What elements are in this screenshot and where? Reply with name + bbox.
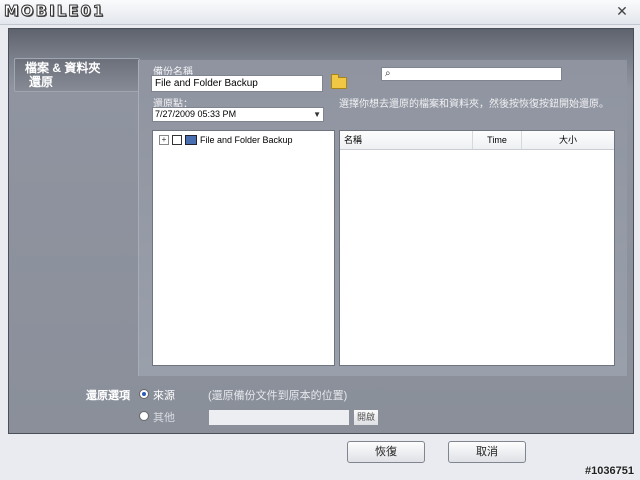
radio-original[interactable]: [139, 389, 149, 399]
list-header: 名稱 Time 大小: [340, 131, 614, 150]
other-path-input[interactable]: [208, 409, 350, 426]
radio-other-label: 其他: [153, 412, 175, 424]
expand-icon[interactable]: +: [159, 135, 169, 145]
file-list[interactable]: 名稱 Time 大小: [339, 130, 615, 366]
tab-file-folder-restore[interactable]: 檔案 & 資料夾 還原: [14, 58, 140, 92]
tab-label-line1: 檔案 & 資料夾: [25, 61, 101, 75]
tab-label-line2: 還原: [29, 75, 54, 89]
search-input[interactable]: ⌕: [381, 67, 562, 81]
radio-original-label: 來源: [153, 390, 175, 402]
folder-tree[interactable]: + File and Folder Backup: [152, 130, 335, 366]
computer-icon: [185, 135, 197, 145]
original-location-description: (還原備份文件到原本的位置): [208, 390, 348, 402]
browse-button[interactable]: 開啟: [353, 409, 379, 426]
restore-point-select[interactable]: 7/27/2009 05:33 PM ▼: [152, 107, 324, 122]
chevron-down-icon: ▼: [313, 110, 321, 119]
watermark: #1036751: [585, 465, 634, 477]
app-logo: MOBILE01: [3, 2, 106, 21]
tree-item-checkbox[interactable]: [172, 135, 182, 145]
column-header-name[interactable]: 名稱: [344, 131, 473, 149]
backup-name-field[interactable]: File and Folder Backup: [151, 75, 323, 92]
instruction-text: 選擇你想去還原的檔案和資料夾，然後按恢復按鈕開始還原。: [339, 99, 609, 110]
close-icon[interactable]: ✕: [614, 3, 630, 19]
folder-icon[interactable]: [331, 74, 347, 89]
search-icon: ⌕: [385, 68, 391, 79]
title-bar: MOBILE01 ✕: [0, 0, 640, 25]
tree-item[interactable]: + File and Folder Backup: [159, 133, 293, 147]
cancel-button[interactable]: 取消: [448, 441, 526, 463]
tree-item-label: File and Folder Backup: [200, 135, 293, 145]
column-header-size[interactable]: 大小: [523, 131, 613, 149]
restore-button[interactable]: 恢復: [347, 441, 425, 463]
restore-options-label: 還原選項: [86, 390, 130, 402]
radio-other[interactable]: [139, 411, 149, 421]
restore-point-value: 7/27/2009 05:33 PM: [155, 109, 237, 119]
column-header-time[interactable]: Time: [473, 131, 522, 149]
